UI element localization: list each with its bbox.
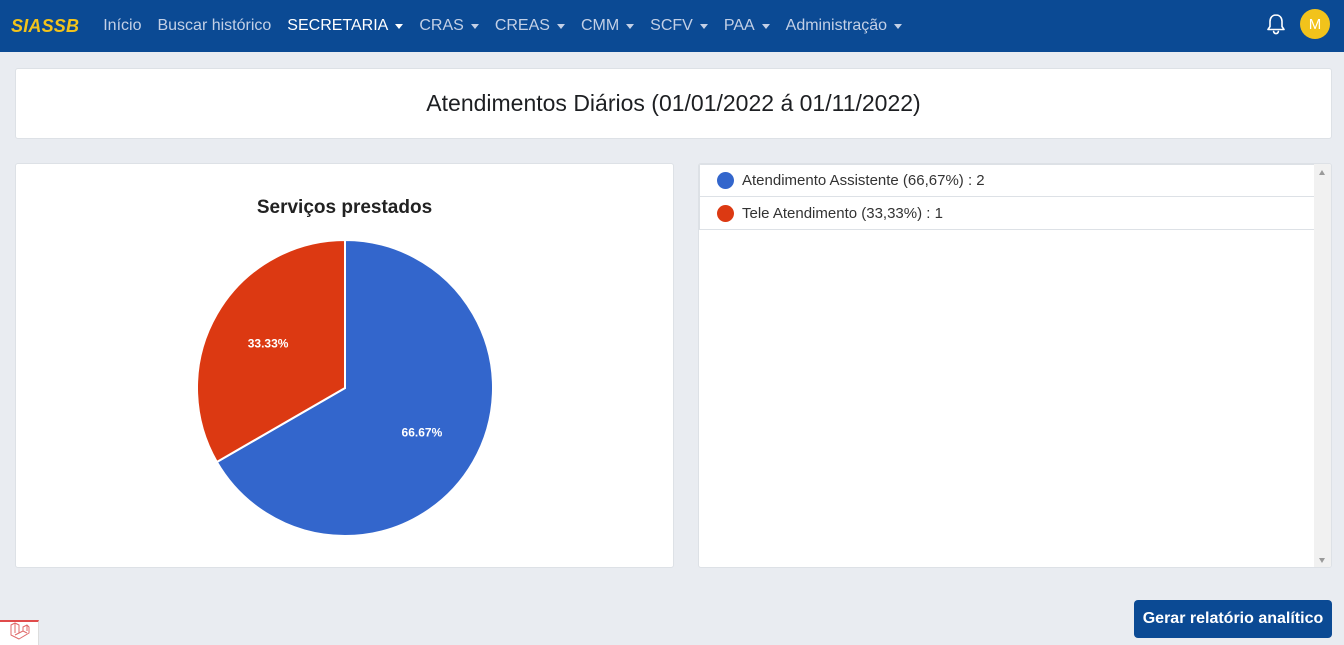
debugbar-tab[interactable] (0, 620, 39, 645)
nav-item-creas[interactable]: CREAS (495, 17, 565, 35)
nav-item-label: Buscar histórico (157, 17, 272, 34)
legend-item[interactable]: Atendimento Assistente (66,67%) : 2 (699, 164, 1315, 197)
legend-list: Atendimento Assistente (66,67%) : 2 Tele … (699, 164, 1315, 230)
nav-item-cmm[interactable]: CMM (580, 17, 635, 35)
pie-label-0: 66.67% (402, 425, 443, 439)
avatar[interactable]: M (1300, 9, 1330, 39)
nav-item-label: SCFV (650, 17, 693, 34)
caret-down-icon (556, 24, 565, 29)
legend-dot-icon (717, 204, 734, 222)
nav-item-label: Administração (785, 17, 888, 34)
pie-chart: 66.67% 33.33% (196, 238, 494, 537)
caret-down-icon (699, 24, 708, 29)
page-title: Atendimentos Diários (01/01/2022 á 01/11… (426, 90, 921, 116)
caret-down-icon (626, 24, 635, 29)
legend-item-label: Tele Atendimento (33,33%) : 1 (742, 204, 943, 222)
pie-chart-card: Serviços prestados 66.67% 33.33% (15, 163, 674, 568)
legend-panel: Atendimento Assistente (66,67%) : 2 Tele … (698, 163, 1332, 568)
nav-item-label: Início (103, 17, 142, 34)
caret-down-icon (470, 24, 479, 29)
legend-dot-icon (717, 172, 734, 189)
nav-item-label: SECRETARIA (287, 17, 389, 34)
nav-item-label: PAA (723, 17, 755, 34)
top-navbar: SIASSB Início Buscar histórico SECRETARIA C… (0, 0, 1344, 52)
nav-item-label: CMM (580, 17, 620, 34)
pie-label-1: 33.33% (248, 337, 289, 351)
nav-menu: Início Buscar histórico SECRETARIA CRAS CREA… (103, 17, 918, 35)
legend-scrollbar[interactable] (1314, 164, 1331, 567)
brand-logo[interactable]: SIASSB (11, 16, 79, 37)
nav-item-label: CRAS (419, 17, 464, 34)
nav-item-administra-o[interactable]: Administração (785, 17, 903, 35)
caret-down-icon (761, 24, 770, 29)
nav-item-secretaria[interactable]: SECRETARIA (287, 17, 404, 35)
nav-item-scfv[interactable]: SCFV (650, 17, 708, 35)
nav-item-cras[interactable]: CRAS (419, 17, 479, 35)
scroll-up-arrow-icon[interactable] (1319, 170, 1325, 175)
caret-down-icon (894, 24, 903, 29)
caret-down-icon (395, 24, 404, 29)
scroll-down-arrow-icon[interactable] (1319, 558, 1325, 563)
nav-right: M (1265, 9, 1330, 39)
bell-icon[interactable] (1265, 13, 1287, 35)
generate-report-button[interactable]: Gerar relatório analítico (1134, 600, 1332, 638)
nav-item-buscar-hist-rico[interactable]: Buscar histórico (157, 17, 271, 35)
laravel-logo-icon (8, 622, 30, 645)
nav-item-label: CREAS (494, 17, 550, 34)
page-title-card: Atendimentos Diários (01/01/2022 á 01/11… (15, 68, 1332, 139)
nav-item-paa[interactable]: PAA (724, 17, 770, 35)
legend-item-label: Atendimento Assistente (66,67%) : 2 (742, 172, 985, 189)
nav-item-in-cio[interactable]: Início (103, 17, 141, 35)
legend-item[interactable]: Tele Atendimento (33,33%) : 1 (699, 197, 1315, 230)
